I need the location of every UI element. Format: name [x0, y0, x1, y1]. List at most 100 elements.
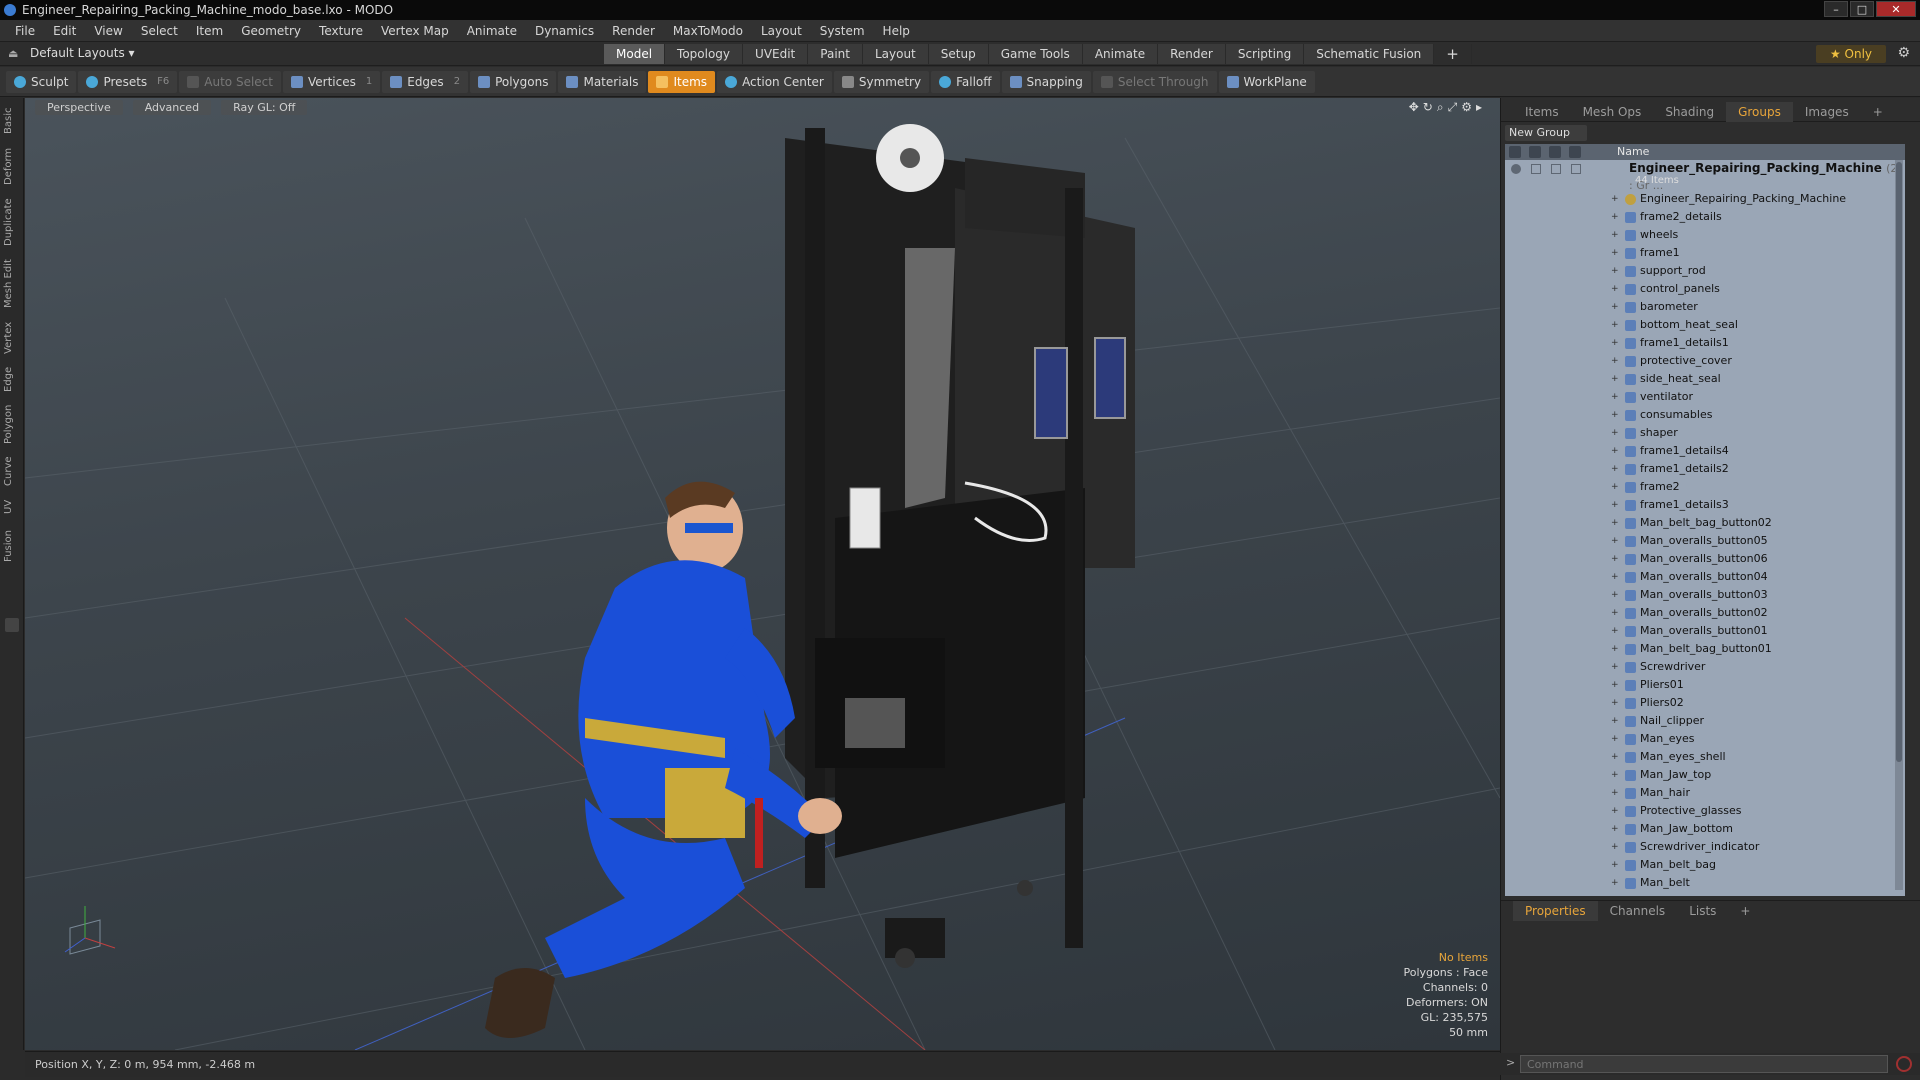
tab-polygon[interactable]: Polygon: [3, 402, 19, 446]
pin-icon[interactable]: ⏏: [8, 47, 18, 60]
list-item[interactable]: + Man_eyes_shell: [1505, 748, 1905, 766]
minimize-icon[interactable]: –: [1824, 1, 1848, 17]
list-item[interactable]: + Man_overalls_button01: [1505, 622, 1905, 640]
snapping-button[interactable]: Snapping: [1001, 70, 1091, 93]
expand-icon[interactable]: +: [1611, 262, 1619, 280]
expand-icon[interactable]: +: [1611, 478, 1619, 496]
list-item[interactable]: + frame2: [1505, 478, 1905, 496]
only-button[interactable]: ★ Only: [1816, 45, 1886, 63]
list-item[interactable]: + ventilator: [1505, 388, 1905, 406]
menu-item[interactable]: Item: [187, 24, 232, 38]
list-item[interactable]: + bottom_heat_seal: [1505, 316, 1905, 334]
items-button[interactable]: Items: [648, 70, 716, 93]
expand-icon[interactable]: +: [1611, 730, 1619, 748]
tab-setup[interactable]: Setup: [928, 44, 989, 64]
view-mode-dropdown[interactable]: Perspective: [35, 99, 123, 115]
presets-button[interactable]: Presets F6: [78, 70, 178, 93]
tab-lists[interactable]: Lists: [1677, 901, 1728, 921]
record-icon[interactable]: [1896, 1056, 1912, 1072]
menu-geometry[interactable]: Geometry: [232, 24, 310, 38]
expand-icon[interactable]: +: [1611, 874, 1619, 892]
tab-mesh-ops[interactable]: Mesh Ops: [1571, 102, 1654, 122]
expand-icon[interactable]: +: [1611, 802, 1619, 820]
tab-uv[interactable]: UV: [3, 496, 19, 518]
render-column-icon[interactable]: [1529, 146, 1541, 158]
list-item[interactable]: + Man_Jaw_top: [1505, 766, 1905, 784]
lock-toggle[interactable]: [1551, 164, 1561, 174]
list-item[interactable]: + consumables: [1505, 406, 1905, 424]
vertices-button[interactable]: Vertices 1: [282, 70, 381, 93]
list-item[interactable]: + frame1_details3: [1505, 496, 1905, 514]
close-icon[interactable]: ✕: [1876, 1, 1916, 17]
list-item[interactable]: + Man_Jaw_bottom: [1505, 820, 1905, 838]
menu-help[interactable]: Help: [874, 24, 919, 38]
expand-icon[interactable]: +: [1611, 550, 1619, 568]
raygl-toggle[interactable]: Ray GL: Off: [221, 99, 308, 115]
list-item[interactable]: + Screwdriver: [1505, 658, 1905, 676]
expand-icon[interactable]: +: [1611, 856, 1619, 874]
expand-icon[interactable]: +: [1611, 370, 1619, 388]
symmetry-button[interactable]: Symmetry: [833, 70, 930, 93]
auto-select-button[interactable]: Auto Select: [179, 70, 281, 93]
list-item[interactable]: + side_heat_seal: [1505, 370, 1905, 388]
expand-icon[interactable]: +: [1611, 514, 1619, 532]
tab-fusion[interactable]: Fusion: [3, 526, 19, 566]
menu-file[interactable]: File: [6, 24, 44, 38]
shading-dropdown[interactable]: Advanced: [132, 99, 212, 115]
new-group-button[interactable]: New Group: [1505, 125, 1587, 141]
expand-icon[interactable]: +: [1611, 496, 1619, 514]
zoom-icon[interactable]: ⌕: [1437, 100, 1448, 114]
list-item[interactable]: + shaper: [1505, 424, 1905, 442]
list-item[interactable]: + frame1_details2: [1505, 460, 1905, 478]
tab-items[interactable]: Items: [1513, 102, 1571, 122]
group-row[interactable]: Engineer_Repairing_Packing_Machine (2) :…: [1505, 160, 1905, 192]
name-column-header[interactable]: Name: [1617, 144, 1649, 160]
list-item[interactable]: + Pliers02: [1505, 694, 1905, 712]
expand-icon[interactable]: +: [1611, 190, 1619, 208]
list-item[interactable]: + Man_belt: [1505, 874, 1905, 892]
render-toggle[interactable]: [1531, 164, 1541, 174]
expand-icon[interactable]: +: [1611, 316, 1619, 334]
expand-icon[interactable]: +: [1611, 532, 1619, 550]
list-item[interactable]: + Man_overalls_button03: [1505, 586, 1905, 604]
add-tab-icon[interactable]: +: [1434, 44, 1472, 64]
command-input[interactable]: [1520, 1055, 1888, 1073]
tab-layout[interactable]: Layout: [862, 44, 929, 64]
expand-icon[interactable]: +: [1611, 244, 1619, 262]
select-toggle[interactable]: [1571, 164, 1581, 174]
list-item[interactable]: + Protective_glasses: [1505, 802, 1905, 820]
tab-curve[interactable]: Curve: [3, 454, 19, 488]
eye-column-icon[interactable]: [1509, 146, 1521, 158]
list-item[interactable]: + wheels: [1505, 226, 1905, 244]
eye-icon[interactable]: [1511, 164, 1521, 174]
workplane-button[interactable]: WorkPlane: [1218, 70, 1315, 93]
layout-dropdown[interactable]: Default Layouts ▾: [30, 46, 135, 60]
expand-icon[interactable]: +: [1611, 460, 1619, 478]
list-item[interactable]: + protective_cover: [1505, 352, 1905, 370]
polygons-button[interactable]: Polygons: [470, 70, 557, 93]
list-item[interactable]: + Engineer_Repairing_Packing_Machine: [1505, 190, 1905, 208]
expand-arrow-icon[interactable]: ▸: [1476, 100, 1486, 114]
menu-edit[interactable]: Edit: [44, 24, 85, 38]
list-item[interactable]: + frame1: [1505, 244, 1905, 262]
fit-icon[interactable]: ⤢: [1448, 100, 1462, 114]
tab-animate[interactable]: Animate: [1082, 44, 1159, 64]
menu-vertex-map[interactable]: Vertex Map: [372, 24, 458, 38]
edges-button[interactable]: Edges 2: [382, 70, 469, 93]
add-prop-tab-icon[interactable]: +: [1728, 901, 1762, 921]
list-item[interactable]: + Nail_clipper: [1505, 712, 1905, 730]
select-column-icon[interactable]: [1569, 146, 1581, 158]
tab-basic[interactable]: Basic: [3, 106, 19, 136]
tab-schematic-fusion[interactable]: Schematic Fusion: [1304, 44, 1435, 64]
tab-game-tools[interactable]: Game Tools: [988, 44, 1083, 64]
lock-column-icon[interactable]: [1549, 146, 1561, 158]
list-item[interactable]: + Man_eyes: [1505, 730, 1905, 748]
add-panel-tab-icon[interactable]: +: [1861, 102, 1895, 122]
tab-paint[interactable]: Paint: [808, 44, 863, 64]
expand-icon[interactable]: +: [1611, 748, 1619, 766]
list-item[interactable]: + Man_belt_bag_button01: [1505, 640, 1905, 658]
list-item[interactable]: + frame2_details: [1505, 208, 1905, 226]
viewport-gear-icon[interactable]: ⚙: [1461, 100, 1476, 114]
expand-icon[interactable]: +: [1611, 838, 1619, 856]
menu-system[interactable]: System: [811, 24, 874, 38]
